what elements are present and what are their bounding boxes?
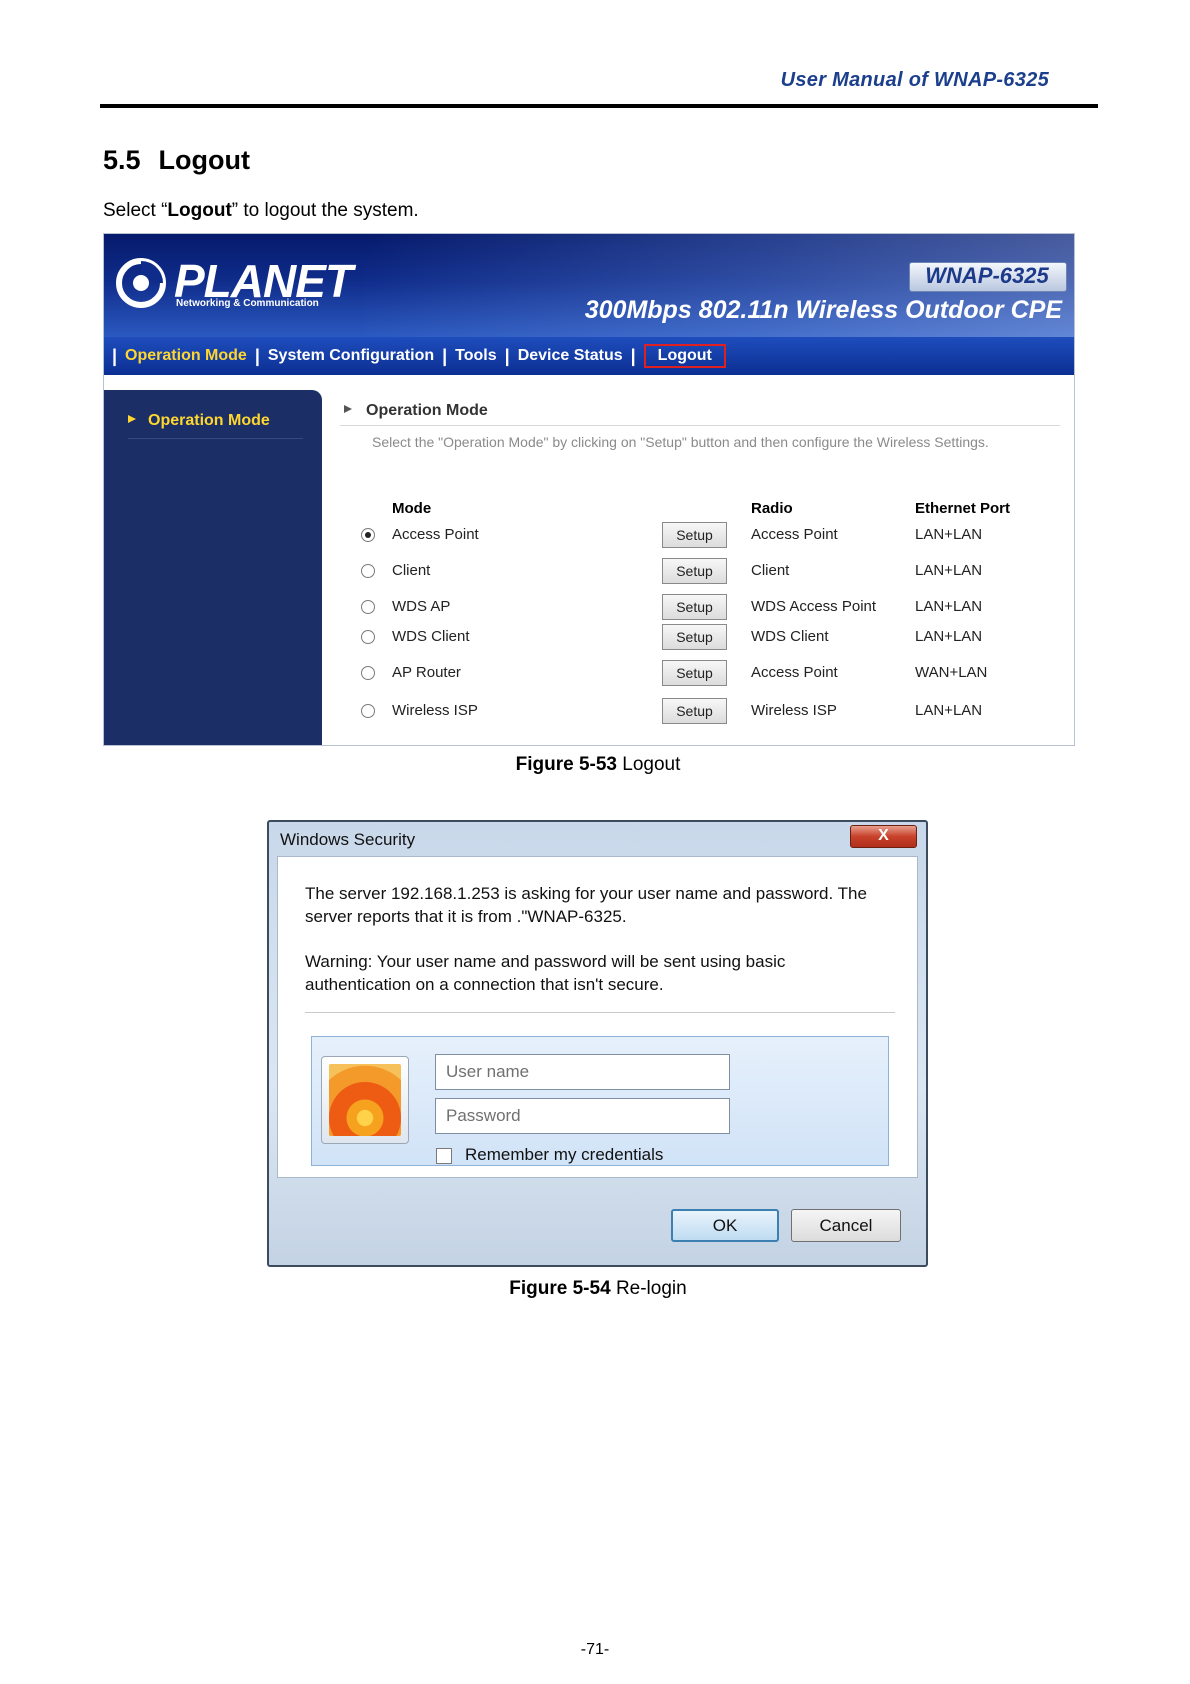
mode-label: WDS Client (392, 628, 470, 645)
windows-security-dialog: Windows Security X The server 192.168.1.… (267, 820, 928, 1267)
model-name: WNAP-6325 (925, 263, 1049, 288)
close-icon[interactable]: X (850, 825, 917, 848)
message-line: server reports that it is from ."WNAP-63… (305, 907, 627, 926)
planet-logo-icon (116, 258, 166, 308)
nav-operation-mode[interactable]: Operation Mode (125, 347, 247, 365)
top-nav: | Operation Mode | System Configuration … (104, 337, 1074, 375)
ethernet-label: WAN+LAN (915, 664, 988, 681)
nav-tools[interactable]: Tools (455, 347, 496, 365)
setup-button[interactable]: Setup (662, 558, 727, 584)
setup-button[interactable]: Setup (662, 698, 727, 724)
running-head: User Manual of WNAP-6325 (780, 69, 1049, 91)
ethernet-label: LAN+LAN (915, 702, 983, 719)
logo-subtitle: Networking & Communication (176, 298, 319, 309)
cancel-button[interactable]: Cancel (791, 1209, 901, 1242)
intro-pre: Select “ (103, 200, 168, 221)
password-field[interactable]: Password (435, 1098, 730, 1134)
mode-radio-wireless-isp[interactable] (361, 704, 375, 718)
setup-button[interactable]: Setup (662, 594, 727, 620)
nav-separator: | (504, 345, 510, 366)
section-title-text: Logout (158, 145, 251, 175)
mode-label: Access Point (392, 526, 479, 543)
mode-label: Client (392, 562, 431, 579)
nav-logout[interactable]: Logout (643, 344, 726, 368)
router-web-ui: PLANET Networking & Communication WNAP-6… (103, 233, 1075, 746)
header-rule (100, 104, 1098, 108)
nav-device-status[interactable]: Device Status (518, 347, 623, 365)
mode-radio-ap-router[interactable] (361, 666, 375, 680)
nav-system-configuration[interactable]: System Configuration (268, 347, 434, 365)
ok-button[interactable]: OK (671, 1209, 779, 1242)
nav-separator: | (442, 345, 448, 366)
intro-post: ” to logout the system. (231, 200, 419, 221)
content-title: Operation Mode (344, 402, 488, 420)
intro-bold: Logout (167, 200, 232, 221)
arrow-right-icon (344, 405, 352, 413)
arrow-right-icon (128, 415, 136, 423)
dialog-warning: Warning: Your user name and password wil… (305, 950, 785, 996)
radio-label: Access Point (751, 526, 838, 543)
flower-avatar-icon (329, 1064, 401, 1136)
section-title: 5.5 Logout (103, 145, 250, 176)
mode-label: WDS AP (392, 598, 451, 615)
sidebar (104, 390, 322, 745)
section-number: 5.5 (103, 145, 141, 175)
content-divider (340, 425, 1060, 426)
figure-caption-text: Re-login (615, 1278, 687, 1299)
figure-label: Figure 5-53 (515, 754, 617, 775)
product-name: 300Mbps 802.11n Wireless Outdoor CPE (584, 296, 1062, 324)
setup-button[interactable]: Setup (662, 624, 727, 650)
radio-label: Client (751, 562, 790, 579)
sidebar-item-operation-mode[interactable]: Operation Mode (128, 412, 270, 430)
warning-line: authentication on a connection that isn'… (305, 975, 664, 994)
content-title-text: Operation Mode (366, 402, 488, 419)
radio-label: WDS Access Point (751, 598, 877, 615)
col-header-mode: Mode (392, 500, 432, 517)
dialog-title: Windows Security (280, 830, 416, 849)
content-description: Select the "Operation Mode" by clicking … (372, 434, 989, 450)
figure-label: Figure 5-54 (509, 1278, 611, 1299)
figure-caption: Figure 5-54 Re-login (0, 1278, 1190, 1300)
radio-label: Access Point (751, 664, 838, 681)
remember-credentials-label: Remember my credentials (465, 1145, 664, 1164)
col-header-ethernet: Ethernet Port (915, 500, 1011, 517)
figure-caption: Figure 5-53 Logout (0, 754, 1190, 776)
mode-radio-wds-ap[interactable] (361, 600, 375, 614)
radio-label: WDS Client (751, 628, 829, 645)
message-line: The server 192.168.1.253 is asking for y… (305, 884, 867, 903)
setup-button[interactable]: Setup (662, 522, 727, 548)
ethernet-label: LAN+LAN (915, 562, 983, 579)
nav-separator: | (112, 345, 118, 366)
dialog-divider (305, 1012, 895, 1013)
figure-caption-text: Logout (622, 754, 681, 775)
ethernet-label: LAN+LAN (915, 526, 983, 543)
nav-separator: | (630, 345, 636, 366)
mode-radio-access-point[interactable] (361, 528, 375, 542)
sidebar-divider (128, 438, 303, 439)
col-header-radio: Radio (751, 500, 793, 517)
remember-credentials-checkbox[interactable] (436, 1148, 452, 1164)
radio-label: Wireless ISP (751, 702, 837, 719)
ethernet-label: LAN+LAN (915, 628, 983, 645)
nav-separator: | (254, 345, 260, 366)
page-number: -71- (580, 1641, 610, 1658)
setup-button[interactable]: Setup (662, 660, 727, 686)
dialog-message: The server 192.168.1.253 is asking for y… (305, 882, 867, 928)
mode-label: AP Router (392, 664, 461, 681)
mode-label: Wireless ISP (392, 702, 478, 719)
username-field[interactable]: User name (435, 1054, 730, 1090)
warning-line: Warning: Your user name and password wil… (305, 952, 786, 971)
intro-text: Select “Logout” to logout the system. (103, 200, 419, 222)
mode-radio-client[interactable] (361, 564, 375, 578)
sidebar-item-label: Operation Mode (148, 412, 270, 429)
mode-radio-wds-client[interactable] (361, 630, 375, 644)
ethernet-label: LAN+LAN (915, 598, 983, 615)
